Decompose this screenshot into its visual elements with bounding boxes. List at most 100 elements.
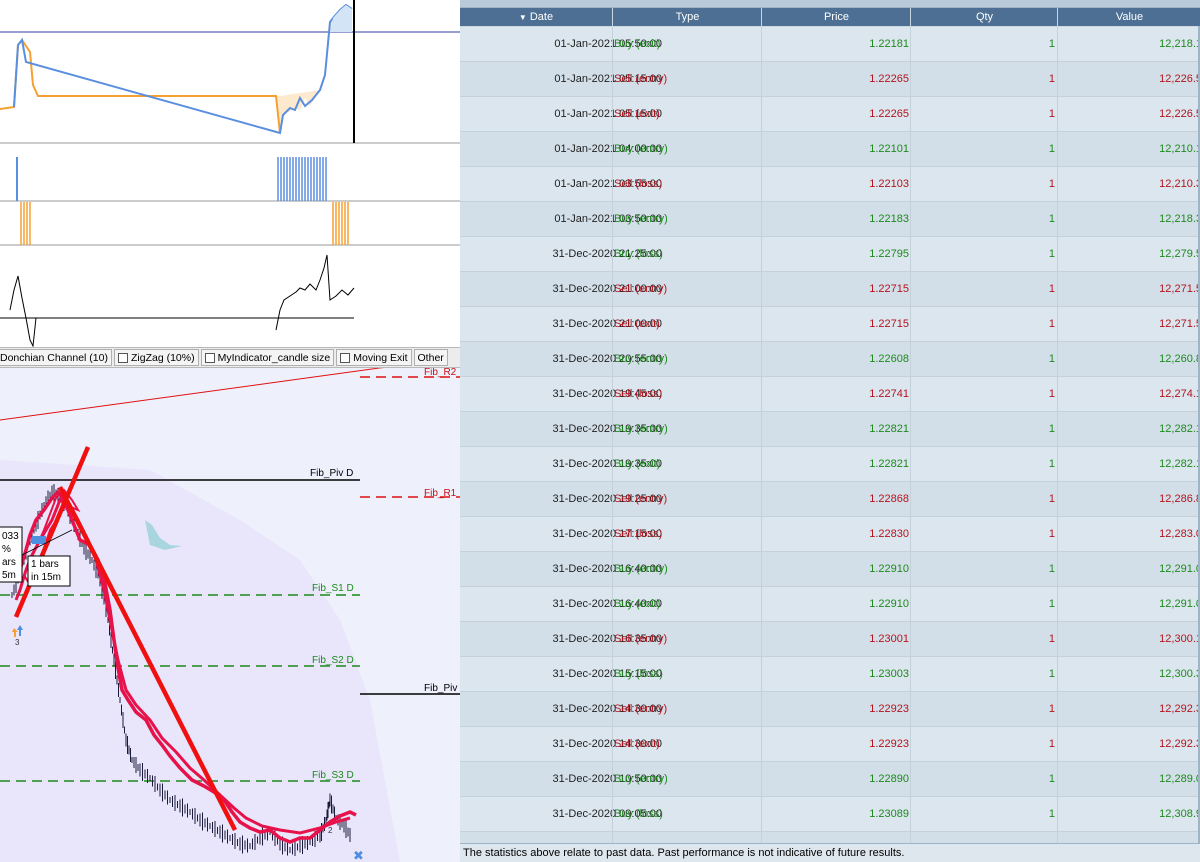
cell-value: 12,218.1 xyxy=(1159,38,1200,50)
table-row[interactable]: 31-Dec-2020 16:40:00 Buy (entry) 1.22910 1 1… xyxy=(460,552,1200,587)
table-row[interactable]: 01-Jan-2021 03:55:00 Sell (loss) 1.22103 1 1… xyxy=(460,167,1200,202)
cell-qty: 1 xyxy=(1048,353,1055,365)
column-header-type[interactable]: Type xyxy=(612,8,762,26)
column-divider xyxy=(910,692,911,726)
table-row[interactable]: 01-Jan-2021 05:15:00 Sell (entry) 1.22265 1… xyxy=(460,62,1200,97)
cell-price: 1.22890 xyxy=(869,773,909,785)
column-divider xyxy=(761,27,762,61)
column-divider xyxy=(910,482,911,516)
table-row[interactable]: 31-Dec-2020 10:50:00 Buy (entry) 1.22890 1 1… xyxy=(460,762,1200,797)
table-row[interactable]: 31-Dec-2020 17:15:00 Sell (loss) 1.22830 1 1… xyxy=(460,517,1200,552)
column-header-date[interactable]: ▼ Date xyxy=(460,8,612,26)
column-divider xyxy=(1057,307,1058,341)
fib-s3-d-label: Fib_S3 D xyxy=(312,770,354,781)
table-row[interactable]: 31-Dec-2020 14:30:00 Sell (entry) 1.22923 1… xyxy=(460,692,1200,727)
column-divider xyxy=(1057,132,1058,166)
column-divider xyxy=(1057,657,1058,691)
cell-qty: 1 xyxy=(1048,703,1055,715)
cell-value: 12,210.3 xyxy=(1159,178,1200,190)
table-row[interactable]: 31-Dec-2020 19:35:00 Buy (exit) 1.22821 1 12… xyxy=(460,447,1200,482)
cell-value: 12,283.0 xyxy=(1159,528,1200,540)
cell-price: 1.23001 xyxy=(869,633,909,645)
column-divider xyxy=(1057,797,1058,831)
indicator-tab-donchian[interactable]: Donchian Channel (10) xyxy=(0,349,112,366)
column-divider xyxy=(1057,727,1058,761)
cell-value: 12,286.8 xyxy=(1159,493,1200,505)
column-divider xyxy=(761,482,762,516)
trade-marker-label-3: 3 xyxy=(15,638,20,647)
cell-type: Buy (loss) xyxy=(614,668,663,680)
column-divider xyxy=(1057,692,1058,726)
table-row[interactable]: 31-Dec-2020 21:00:00 Sell (entry) 1.22715 1… xyxy=(460,272,1200,307)
indicator-tab-other[interactable]: Other xyxy=(413,349,448,366)
column-divider xyxy=(1057,377,1058,411)
table-row[interactable]: 31-Dec-2020 20:55:00 Buy (entry) 1.22608 1 1… xyxy=(460,342,1200,377)
price-chart[interactable]: ✖ Fib_R2 Fib_Piv D Fib_R1 Fib_S1 D Fib_S… xyxy=(0,0,460,862)
table-row[interactable]: 31-Dec-2020 09:05:00 Buy (loss) 1.23089 1 12… xyxy=(460,797,1200,832)
table-row[interactable]: 31-Dec-2020 15:15:00 Buy (loss) 1.23003 1 12… xyxy=(460,657,1200,692)
column-divider xyxy=(910,27,911,61)
column-divider xyxy=(612,727,613,761)
table-row[interactable]: 01-Jan-2021 05:50:00 Buy (exit) 1.22181 1 12… xyxy=(460,27,1200,62)
table-row[interactable]: 01-Jan-2021 04:00:00 Buy (entry) 1.22101 1 1… xyxy=(460,132,1200,167)
cell-value: 12,274.1 xyxy=(1159,388,1200,400)
indicator-tab-zigzag[interactable]: ZigZag (10%) xyxy=(113,349,199,366)
column-header-label: Value xyxy=(1115,11,1144,23)
column-divider xyxy=(761,447,762,481)
cell-value: 12,300.3 xyxy=(1159,668,1200,680)
table-header: ▼ Date Type Price Qty Value xyxy=(460,8,1200,26)
cell-type: Buy (entry) xyxy=(614,773,668,785)
table-row[interactable]: 31-Dec-2020 16:40:00 Buy (exit) 1.22910 1 12… xyxy=(460,587,1200,622)
column-divider xyxy=(612,132,613,166)
cell-price: 1.22910 xyxy=(869,563,909,575)
column-divider xyxy=(1057,762,1058,796)
cell-price: 1.22795 xyxy=(869,248,909,260)
column-divider xyxy=(612,797,613,831)
cell-qty: 1 xyxy=(1048,283,1055,295)
column-divider xyxy=(1057,202,1058,236)
column-divider xyxy=(761,342,762,376)
column-divider xyxy=(1057,237,1058,271)
indicator-pane-3 xyxy=(0,202,460,246)
indicator-tab-myindicator[interactable]: MyIndicator_candle size xyxy=(200,349,335,366)
table-row[interactable]: 31-Dec-2020 21:25:00 Buy (loss) 1.22795 1 12… xyxy=(460,237,1200,272)
checkbox-icon[interactable] xyxy=(204,352,215,363)
disclaimer-footer: The statistics above relate to past data… xyxy=(460,843,1200,862)
table-row[interactable]: 31-Dec-2020 19:25:00 Sell (entry) 1.22868 1… xyxy=(460,482,1200,517)
column-divider xyxy=(761,132,762,166)
column-divider xyxy=(612,62,613,96)
cell-qty: 1 xyxy=(1048,808,1055,820)
column-divider xyxy=(761,307,762,341)
column-divider xyxy=(612,237,613,271)
column-divider xyxy=(1057,272,1058,306)
column-header-value[interactable]: Value xyxy=(1057,8,1200,26)
fib-piv-d-label: Fib_Piv D xyxy=(310,468,353,479)
table-row[interactable]: 31-Dec-2020 19:45:00 Sell (loss) 1.22741 1 1… xyxy=(460,377,1200,412)
chart-panel[interactable]: ✖ Fib_R2 Fib_Piv D Fib_R1 Fib_S1 D Fib_S… xyxy=(0,0,460,862)
cell-value: 12,260.8 xyxy=(1159,353,1200,365)
table-row[interactable]: 31-Dec-2020 16:35:00 Sell (entry) 1.23001 1… xyxy=(460,622,1200,657)
column-header-qty[interactable]: Qty xyxy=(910,8,1058,26)
checkbox-icon[interactable] xyxy=(340,352,351,363)
table-row[interactable]: 01-Jan-2021 05:15:00 Sell (exit) 1.22265 1 1… xyxy=(460,97,1200,132)
indicator-tab-label: Donchian Channel (10) xyxy=(0,351,108,364)
column-divider xyxy=(1057,97,1058,131)
table-row[interactable]: 01-Jan-2021 03:50:00 Buy (entry) 1.22183 1 1… xyxy=(460,202,1200,237)
cell-qty: 1 xyxy=(1048,73,1055,85)
column-divider xyxy=(1057,552,1058,586)
indicator-tab-label: MyIndicator_candle size xyxy=(217,351,331,364)
cell-type: Buy (entry) xyxy=(614,353,668,365)
indicator-tab-moving-exit[interactable]: Moving Exit xyxy=(336,349,412,366)
column-divider xyxy=(761,657,762,691)
table-row[interactable]: 31-Dec-2020 14:30:00 Sell (exit) 1.22923 1 1… xyxy=(460,727,1200,762)
column-header-price[interactable]: Price xyxy=(761,8,911,26)
checkbox-icon[interactable] xyxy=(117,352,128,363)
table-row[interactable]: 31-Dec-2020 19:35:00 Buy (entry) 1.22821 1 1… xyxy=(460,412,1200,447)
column-divider xyxy=(1057,167,1058,201)
cell-value: 12,226.5 xyxy=(1159,73,1200,85)
cell-value: 12,210.1 xyxy=(1159,143,1200,155)
cell-qty: 1 xyxy=(1048,458,1055,470)
cell-value: 12,292.3 xyxy=(1159,738,1200,750)
indicator-pane-2 xyxy=(0,157,460,202)
table-row[interactable]: 31-Dec-2020 21:00:00 Sell (exit) 1.22715 1 1… xyxy=(460,307,1200,342)
